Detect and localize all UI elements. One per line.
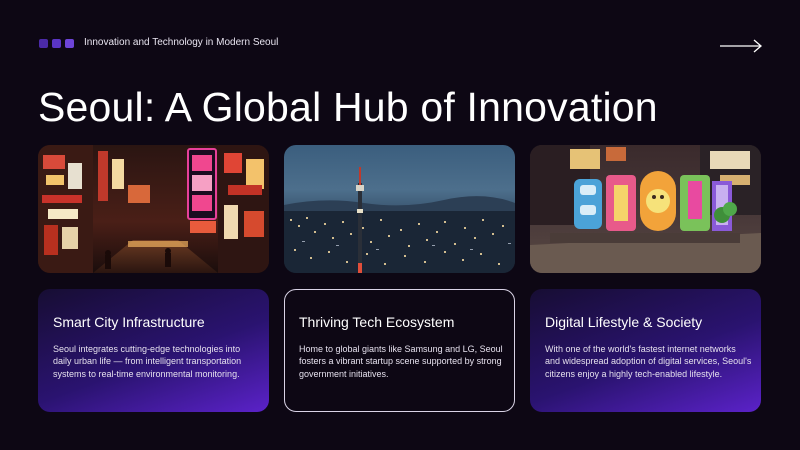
slide-topic: Innovation and Technology in Modern Seou… [84, 37, 279, 48]
card-title: Thriving Tech Ecosystem [299, 314, 455, 330]
dot-3 [65, 39, 74, 48]
card-tech-ecosystem: Thriving Tech Ecosystem Home to global g… [284, 289, 515, 412]
card-title: Digital Lifestyle & Society [545, 314, 703, 330]
page-title: Seoul: A Global Hub of Innovation [38, 84, 658, 130]
seoul-sign-photo [530, 145, 761, 273]
card-title: Smart City Infrastructure [53, 314, 205, 330]
arrow-right-icon[interactable] [719, 38, 763, 54]
neon-street-photo [38, 145, 269, 273]
slide-dots [39, 39, 74, 48]
slide: Innovation and Technology in Modern Seou… [0, 0, 800, 450]
dot-2 [52, 39, 61, 48]
dot-1 [39, 39, 48, 48]
card-body: With one of the world's fastest internet… [545, 344, 752, 379]
card-digital-lifestyle: Digital Lifestyle & Society With one of … [530, 289, 761, 412]
city-skyline-photo [284, 145, 515, 273]
card-body: Home to global giants like Samsung and L… [299, 344, 503, 379]
card-smart-city: Smart City Infrastructure Seoul integrat… [38, 289, 269, 412]
card-body: Seoul integrates cutting-edge technologi… [53, 344, 242, 379]
